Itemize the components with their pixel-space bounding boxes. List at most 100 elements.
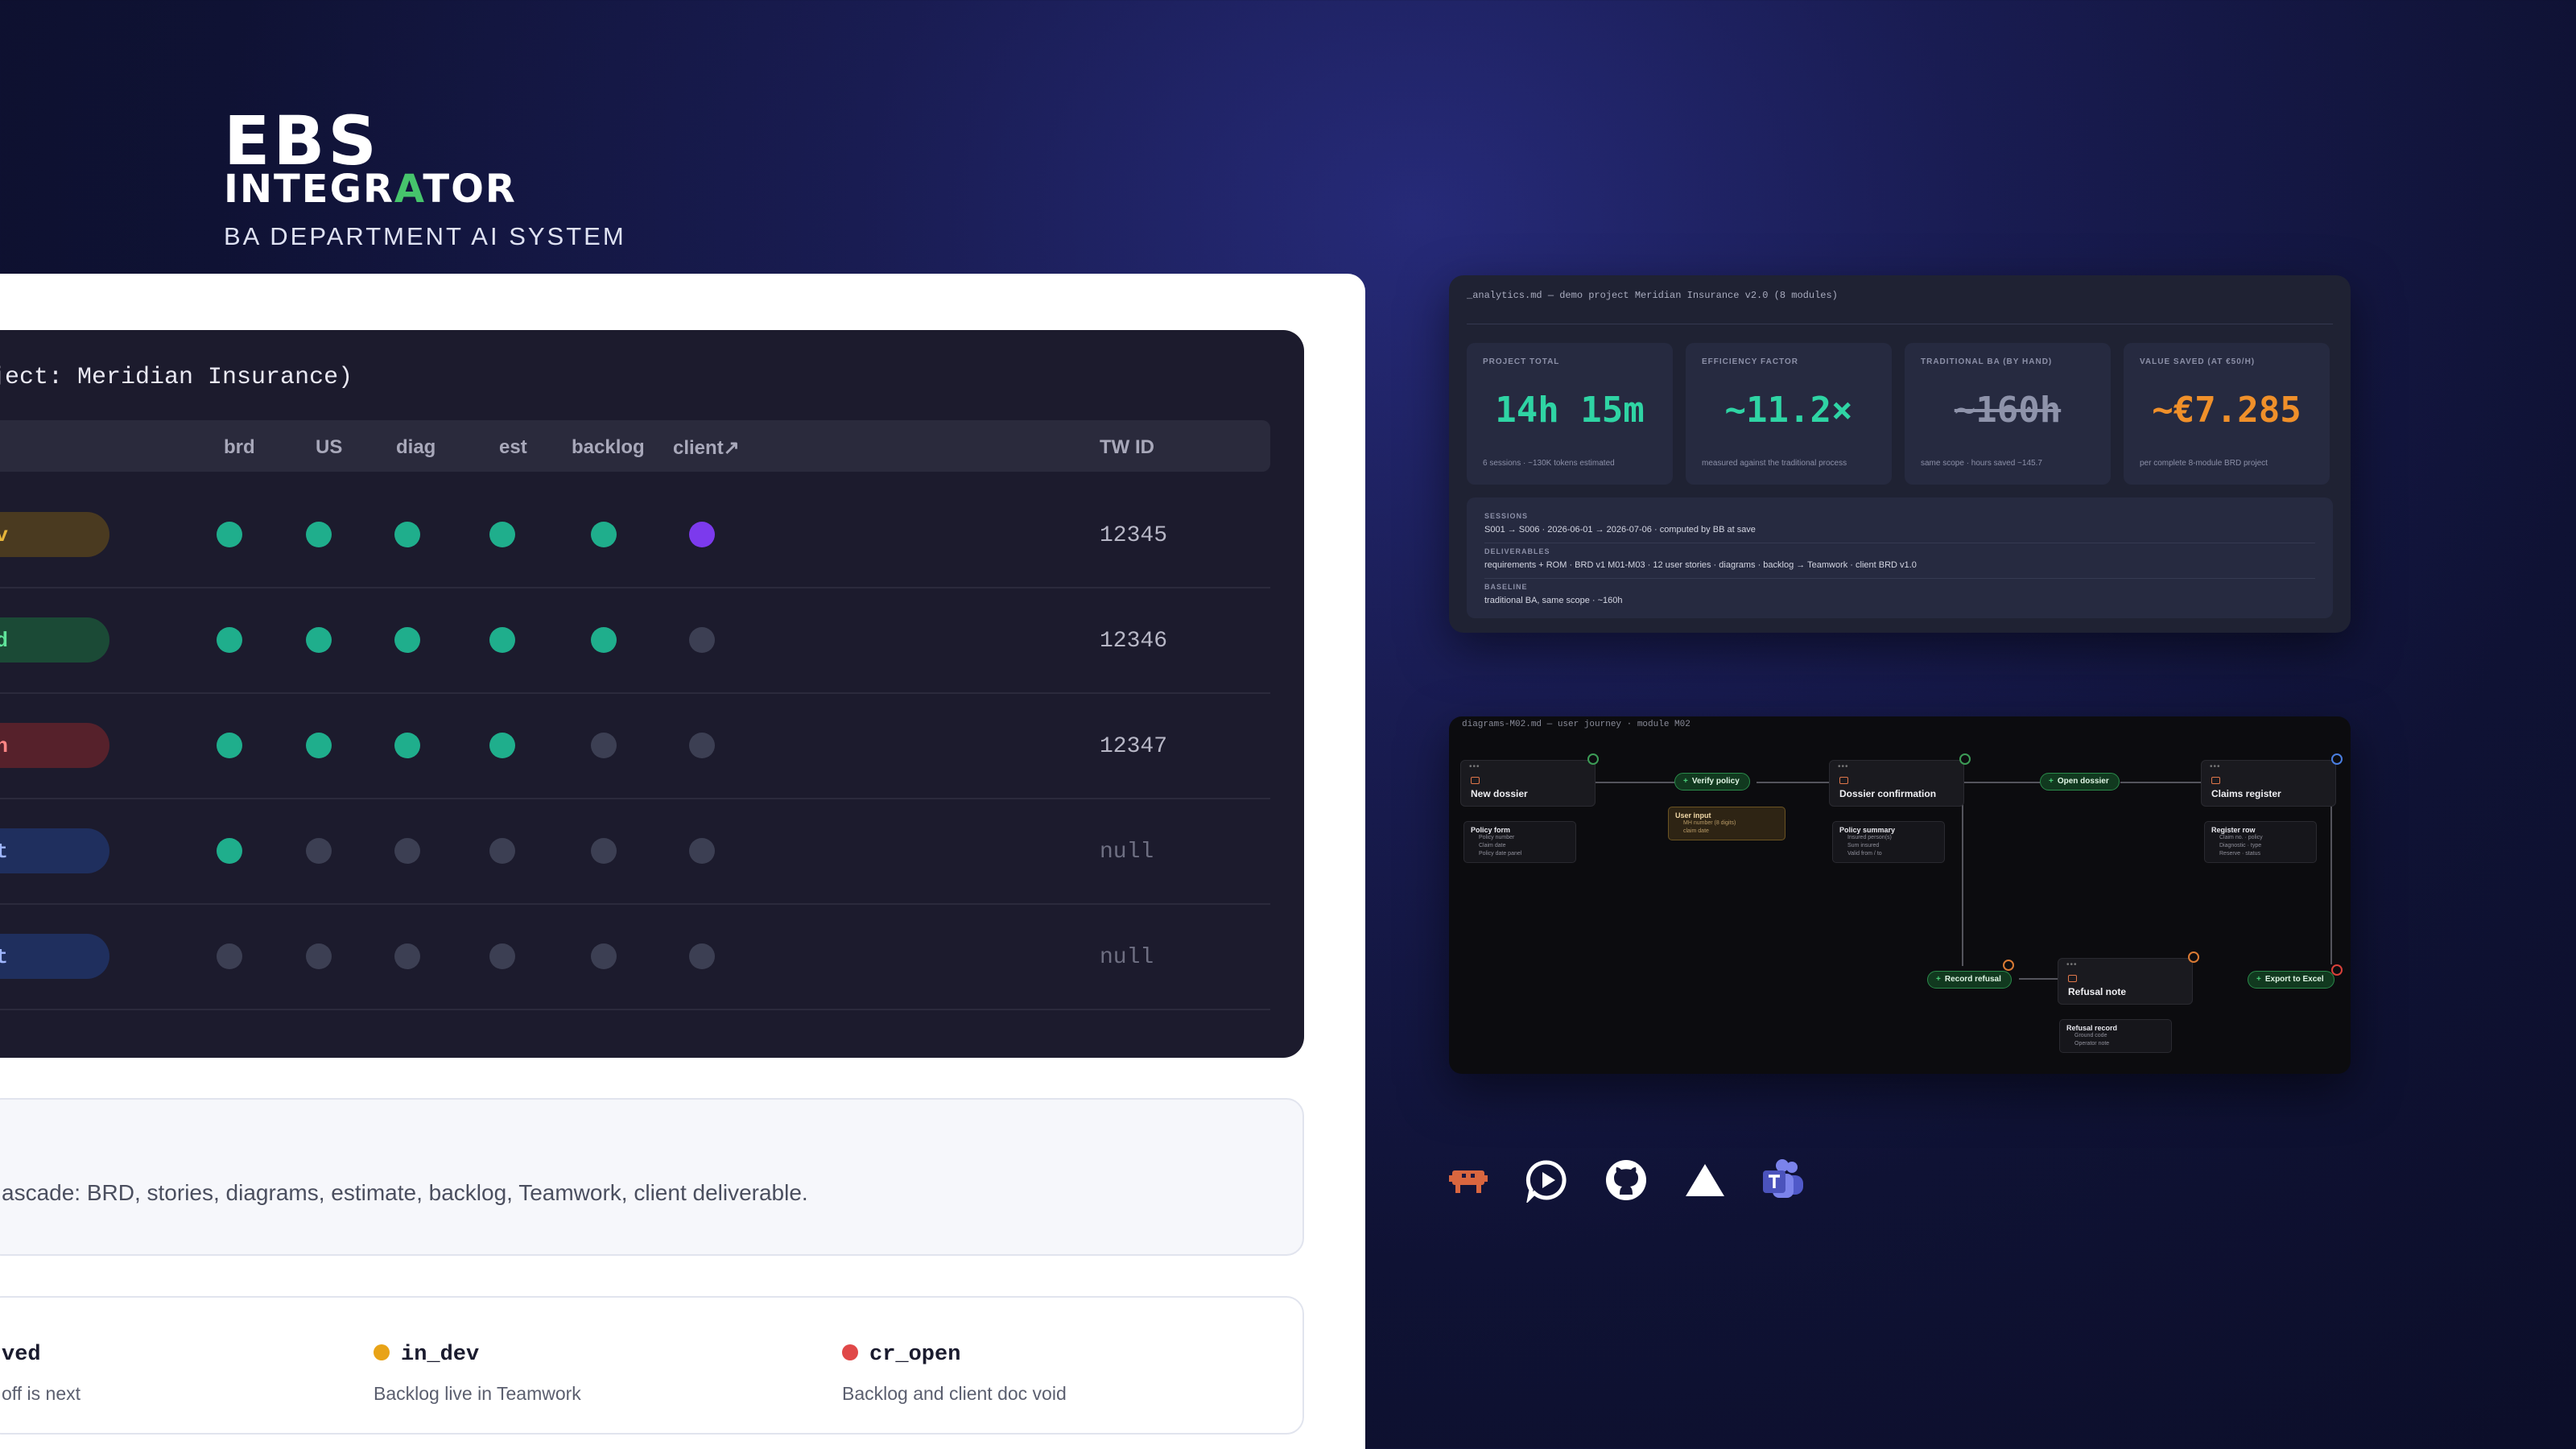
- status-pill: t: [0, 934, 109, 979]
- error-ring-icon: [2331, 964, 2343, 976]
- subcard-item: Diagnostic · type: [2219, 843, 2262, 848]
- subcard-title: Register row: [2211, 826, 2256, 834]
- metric-sub: per complete 8-module BRD project: [2140, 459, 2268, 468]
- brand-line-integrator: INTEGRATOR: [224, 169, 642, 209]
- status-pill-label: ev: [0, 523, 8, 547]
- table-row[interactable]: pen 12347: [0, 694, 1270, 799]
- node-menu-icon: •••: [1838, 762, 1849, 771]
- status-dot-client: [689, 522, 715, 547]
- action-verify-policy[interactable]: + Verify policy: [1674, 773, 1750, 791]
- subcard-item: Claim date: [1479, 843, 1506, 848]
- cascade-note-text: ascade: BRD, stories, diagrams, estimate…: [2, 1180, 808, 1205]
- divider: [1484, 578, 2315, 579]
- column-backlog[interactable]: backlog: [572, 436, 645, 459]
- status-dot-diag: [394, 943, 420, 969]
- detail-value: S001 → S006 · 2026-06-01 → 2026-07-06 · …: [1484, 525, 1756, 535]
- status-dot-us: [306, 627, 332, 653]
- subcard-title: Refusal record: [2066, 1024, 2118, 1032]
- subcard-item: Operator note: [2074, 1041, 2110, 1046]
- action-open-dossier[interactable]: + Open dossier: [2040, 773, 2120, 791]
- legend-cr-open-name: cr_open: [869, 1343, 961, 1367]
- action-export-excel[interactable]: + Export to Excel: [2248, 971, 2334, 989]
- subcard-item: Claim no. · policy: [2219, 835, 2263, 840]
- warning-ring-icon: [2003, 960, 2014, 971]
- node-dossier-confirmation[interactable]: ••• Dossier confirmation: [1829, 760, 1964, 807]
- chip-label: Open dossier: [2057, 777, 2109, 786]
- check-ring-icon: [1959, 753, 1971, 765]
- chat-icon[interactable]: [1525, 1158, 1570, 1203]
- status-dot-client: [689, 943, 715, 969]
- node-new-dossier[interactable]: ••• New dossier: [1460, 760, 1596, 807]
- column-est[interactable]: est: [499, 436, 527, 459]
- tracker-table: oject: Meridian Insurance) brd US diag e…: [0, 330, 1304, 1058]
- subcard-item: Policy number: [1479, 835, 1515, 840]
- status-dot-brd: [217, 522, 242, 547]
- status-dot-diag: [394, 627, 420, 653]
- tracker-title: oject: Meridian Insurance): [0, 364, 353, 391]
- status-dot-est: [489, 943, 515, 969]
- detail-key: SESSIONS: [1484, 512, 1529, 520]
- status-pill: t: [0, 828, 109, 873]
- form-icon: [2068, 975, 2077, 982]
- column-brd[interactable]: brd: [224, 436, 255, 459]
- status-dot-backlog: [591, 838, 617, 864]
- subcard-refusal-record: Refusal record Ground code Operator note: [2059, 1019, 2172, 1053]
- warning-ring-icon: [2188, 952, 2199, 963]
- column-diag[interactable]: diag: [396, 436, 436, 459]
- node-claims-register[interactable]: ••• Claims register: [2201, 760, 2336, 807]
- subcard-item: Insured person(s): [1847, 835, 1892, 840]
- status-dot-est: [489, 838, 515, 864]
- table-row[interactable]: t null: [0, 905, 1270, 1010]
- metric-card-value-saved: VALUE SAVED (AT €50/H) ~€7.285 per compl…: [2124, 343, 2330, 485]
- tw-id-cell: 12345: [1100, 523, 1168, 548]
- metric-label: PROJECT TOTAL: [1483, 357, 1560, 366]
- status-dot-icon: [374, 1344, 390, 1360]
- column-tw-id[interactable]: TW ID: [1100, 436, 1154, 459]
- status-dot-us: [306, 943, 332, 969]
- column-client[interactable]: client↗: [673, 436, 740, 460]
- legend-cr-open-desc: Backlog and client doc void: [842, 1383, 1067, 1404]
- tw-id-cell: null: [1100, 945, 1154, 970]
- metric-value: 14h 15m: [1495, 390, 1645, 431]
- table-row[interactable]: t null: [0, 799, 1270, 905]
- github-icon[interactable]: [1604, 1158, 1649, 1203]
- vercel-icon[interactable]: [1682, 1158, 1728, 1203]
- diagram-window: diagrams-M02.md — user journey · module …: [1449, 716, 2351, 1074]
- action-record-refusal[interactable]: + Record refusal: [1927, 971, 2012, 989]
- node-refusal-note[interactable]: ••• Refusal note: [2058, 958, 2193, 1005]
- metric-sub: same scope · hours saved ~145.7: [1921, 459, 2042, 468]
- subcard-item: Reserve · status: [2219, 851, 2260, 857]
- node-menu-icon: •••: [2210, 762, 2221, 771]
- metric-label: VALUE SAVED (AT €50/H): [2140, 357, 2256, 366]
- detail-key: BASELINE: [1484, 583, 1528, 591]
- subcard-policy-summary: Policy summary Insured person(s) Sum ins…: [1832, 821, 1945, 863]
- brand-tagline: BA DEPARTMENT AI SYSTEM: [224, 222, 626, 250]
- metric-value: ~160h: [1954, 390, 2062, 431]
- teams-icon[interactable]: [1761, 1158, 1806, 1203]
- legend-item-in-dev: in_dev Backlog live in Teamwork: [374, 1343, 581, 1405]
- table-row[interactable]: ev 12345: [0, 483, 1270, 588]
- subcard-item: Ground code: [2074, 1033, 2107, 1038]
- status-pill-label: t: [0, 945, 8, 969]
- status-dot-client: [689, 838, 715, 864]
- subcard-user-input: User input MH number (8 digits) claim da…: [1668, 807, 1785, 840]
- metric-sub: 6 sessions · ~130K tokens estimated: [1483, 459, 1615, 468]
- metric-label: EFFICIENCY FACTOR: [1702, 357, 1798, 366]
- subcard-item: MH number (8 digits): [1683, 820, 1736, 826]
- legend-in-dev-desc: Backlog live in Teamwork: [374, 1383, 581, 1404]
- status-dot-client: [689, 733, 715, 758]
- plus-icon: +: [2049, 777, 2054, 786]
- status-dot-brd: [217, 838, 242, 864]
- analytics-header: _analytics.md — demo project Meridian In…: [1467, 290, 1838, 301]
- table-row[interactable]: oved 12346: [0, 588, 1270, 694]
- status-dot-us: [306, 733, 332, 758]
- status-dot-brd: [217, 733, 242, 758]
- plus-icon: +: [1936, 975, 1941, 984]
- plus-icon: +: [1683, 777, 1688, 786]
- metric-card-efficiency: EFFICIENCY FACTOR ~11.2× measured agains…: [1686, 343, 1892, 485]
- column-us[interactable]: US: [316, 436, 342, 459]
- brand-line-ebs: EBS: [224, 101, 380, 180]
- metric-card-traditional: TRADITIONAL BA (BY HAND) ~160h same scop…: [1905, 343, 2111, 485]
- legend-approved-name: ved: [2, 1343, 41, 1367]
- jira-icon[interactable]: [1446, 1158, 1491, 1203]
